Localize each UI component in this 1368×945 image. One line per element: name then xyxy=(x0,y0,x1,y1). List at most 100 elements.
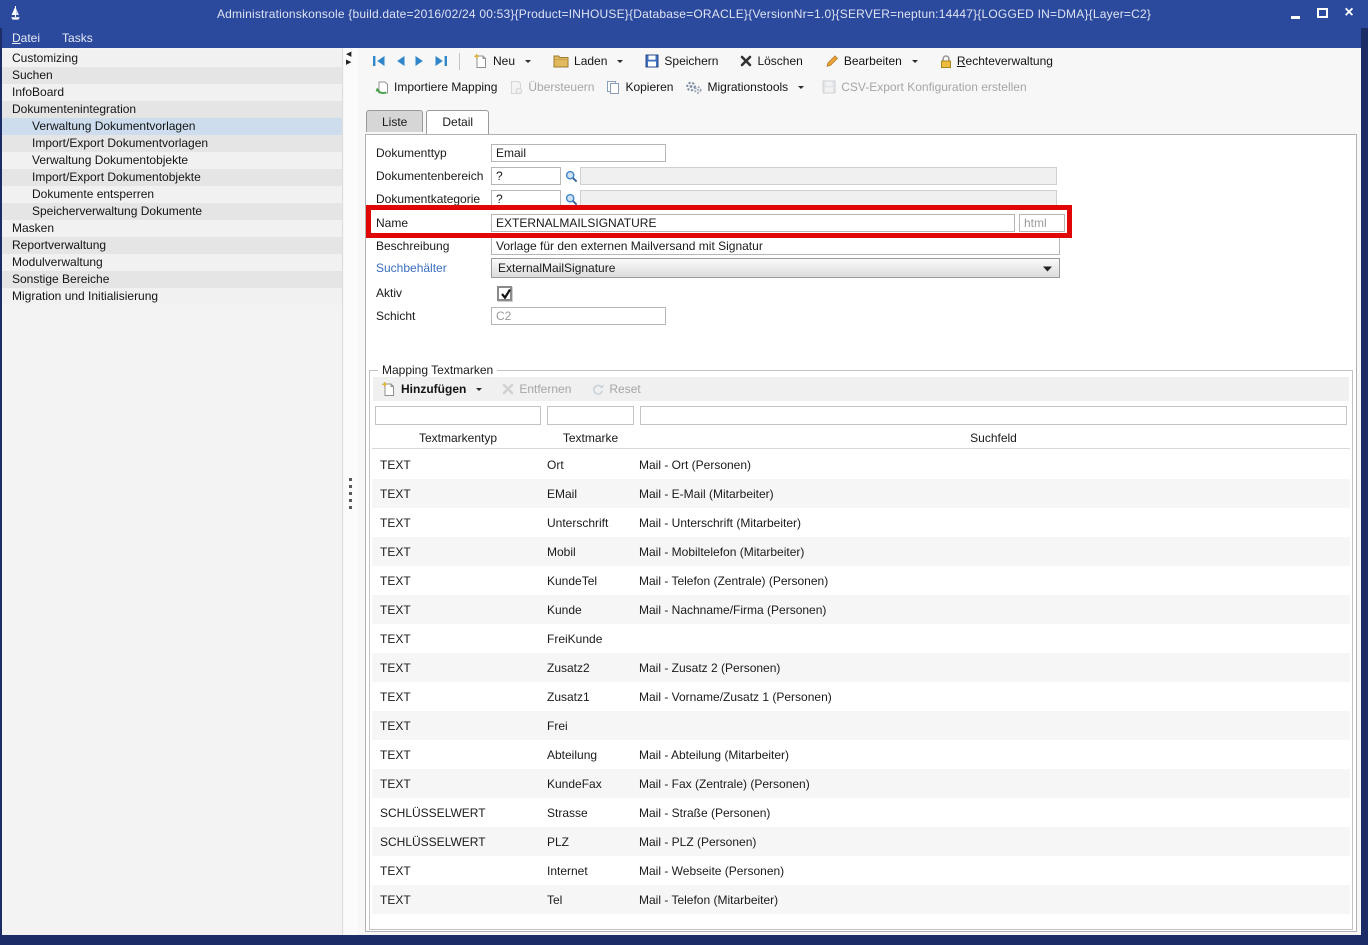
sidebar-item[interactable]: Customizing xyxy=(2,50,342,67)
dokumentenbereich-label: Dokumentenbereich xyxy=(376,169,491,183)
column-header-textmarke[interactable]: Textmarke xyxy=(544,428,637,448)
table-row[interactable]: TEXTKundeFaxMail - Fax (Zentrale) (Perso… xyxy=(372,769,1350,798)
suchfeld-cell: Mail - Telefon (Zentrale) (Personen) xyxy=(637,574,1350,588)
window-title: Administrationskonsole {build.date=2016/… xyxy=(0,7,1368,21)
sidebar-item[interactable]: Verwaltung Dokumentvorlagen xyxy=(2,118,342,135)
tab-liste[interactable]: Liste xyxy=(366,110,423,132)
table-row[interactable]: TEXTKundeTelMail - Telefon (Zentrale) (P… xyxy=(372,566,1350,595)
suchbehaelter-label[interactable]: Suchbehälter xyxy=(376,261,491,275)
main-toolbar: Neu Laden Speichern Löschen xyxy=(358,48,1361,74)
table-row[interactable]: TEXTInternetMail - Webseite (Personen) xyxy=(372,856,1350,885)
sidebar-item[interactable]: Verwaltung Dokumentobjekte xyxy=(2,152,342,169)
table-row[interactable]: TEXTFrei xyxy=(372,711,1350,740)
sidebar-item[interactable]: Migration und Initialisierung xyxy=(2,288,342,305)
beschreibung-field[interactable] xyxy=(491,237,1060,255)
table-row[interactable]: TEXTUnterschriftMail - Unterschrift (Mit… xyxy=(372,508,1350,537)
table-row[interactable]: TEXTKundeMail - Nachname/Firma (Personen… xyxy=(372,595,1350,624)
laden-dropdown-icon[interactable] xyxy=(617,60,623,66)
sidebar-item[interactable]: Masken xyxy=(2,220,342,237)
migrationstools-dropdown-icon[interactable] xyxy=(798,86,804,92)
beschreibung-label: Beschreibung xyxy=(376,239,491,253)
dokumenttyp-label: Dokumenttyp xyxy=(376,146,491,160)
table-row[interactable]: TEXTAbteilungMail - Abteilung (Mitarbeit… xyxy=(372,740,1350,769)
splitter-handle[interactable] xyxy=(349,478,352,513)
suchfeld-filter-input[interactable] xyxy=(640,406,1347,425)
aktiv-checkbox[interactable] xyxy=(497,286,512,301)
table-row[interactable]: SCHLÜSSELWERTStrasseMail - Straße (Perso… xyxy=(372,798,1350,827)
csv-export-button[interactable]: CSV-Export Konfiguration erstellen xyxy=(816,77,1032,97)
laden-button[interactable]: Laden xyxy=(547,51,629,71)
minimize-icon[interactable] xyxy=(1288,6,1302,20)
migrationstools-button[interactable]: Migrationstools xyxy=(679,77,810,98)
dokumentenbereich-field[interactable] xyxy=(491,167,561,185)
dokumentkategorie-field[interactable] xyxy=(491,190,561,208)
uebersteuern-button[interactable]: Übersteuern xyxy=(503,77,600,98)
textmarke-cell: Zusatz2 xyxy=(544,661,637,675)
next-record-button[interactable] xyxy=(410,52,430,70)
hinzufuegen-button[interactable]: Hinzufügen xyxy=(379,380,484,398)
search-lookup-icon[interactable] xyxy=(565,193,578,206)
suchbehaelter-dropdown[interactable]: ExternalMailSignature xyxy=(491,258,1060,278)
sidebar-item[interactable]: Reportverwaltung xyxy=(2,237,342,254)
menubar: Datei Tasks xyxy=(2,28,1361,48)
table-row[interactable]: TEXTZusatz1Mail - Vorname/Zusatz 1 (Pers… xyxy=(372,682,1350,711)
maximize-icon[interactable] xyxy=(1315,6,1329,20)
last-record-button[interactable] xyxy=(430,52,452,70)
entfernen-button[interactable]: Entfernen xyxy=(500,381,573,397)
search-lookup-icon[interactable] xyxy=(565,170,578,183)
sidebar-item[interactable]: Dokumente entsperren xyxy=(2,186,342,203)
textmarke-cell: Frei xyxy=(544,719,637,733)
sidebar: CustomizingSuchenInfoBoardDokumenteninte… xyxy=(2,48,343,935)
hinzufuegen-dropdown-icon[interactable] xyxy=(476,388,482,394)
dokumentenbereich-display-field xyxy=(580,167,1057,185)
sidebar-item[interactable]: Modulverwaltung xyxy=(2,254,342,271)
table-row[interactable]: TEXTEMailMail - E-Mail (Mitarbeiter) xyxy=(372,479,1350,508)
speichern-button[interactable]: Speichern xyxy=(639,51,724,71)
expand-right-icon[interactable]: ▶ xyxy=(346,59,351,66)
sidebar-item[interactable]: Import/Export Dokumentobjekte xyxy=(2,169,342,186)
importiere-mapping-button[interactable]: Importiere Mapping xyxy=(368,77,503,98)
loeschen-button[interactable]: Löschen xyxy=(734,51,808,71)
aktiv-label: Aktiv xyxy=(376,286,491,300)
sidebar-item[interactable]: Speicherverwaltung Dokumente xyxy=(2,203,342,220)
bearbeiten-dropdown-icon[interactable] xyxy=(912,60,918,66)
column-header-textmarkentyp[interactable]: Textmarkentyp xyxy=(372,428,544,448)
sidebar-item[interactable]: Import/Export Dokumentvorlagen xyxy=(2,135,342,152)
collapse-left-icon[interactable]: ◀ xyxy=(346,51,351,58)
neu-button[interactable]: Neu xyxy=(467,50,537,72)
textmarkentyp-cell: TEXT xyxy=(372,458,544,472)
lock-icon xyxy=(940,54,952,69)
table-row[interactable]: TEXTMobilMail - Mobiltelefon (Mitarbeite… xyxy=(372,537,1350,566)
rechteverwaltung-button[interactable]: Rechteverwaltung xyxy=(934,51,1059,72)
table-row[interactable]: TEXTTelMail - Telefon (Mitarbeiter) xyxy=(372,885,1350,914)
menu-item-datei[interactable]: Datei xyxy=(12,31,40,45)
textmarkentyp-cell: TEXT xyxy=(372,777,544,791)
textmarke-cell: Internet xyxy=(544,864,637,878)
table-row[interactable]: SCHLÜSSELWERTPLZMail - PLZ (Personen) xyxy=(372,827,1350,856)
column-header-suchfeld[interactable]: Suchfeld xyxy=(637,428,1350,448)
sidebar-item[interactable]: InfoBoard xyxy=(2,84,342,101)
table-row[interactable]: TEXTFreiKunde xyxy=(372,624,1350,653)
mapping-toolbar: Hinzufügen Entfernen Reset xyxy=(373,377,1349,401)
neu-dropdown-icon[interactable] xyxy=(525,60,531,66)
sidebar-item[interactable]: Sonstige Bereiche xyxy=(2,271,342,288)
reset-button[interactable]: Reset xyxy=(589,381,642,397)
sidebar-item[interactable]: Dokumentenintegration xyxy=(2,101,342,118)
dokumenttyp-field[interactable] xyxy=(491,144,666,162)
table-row[interactable]: TEXTZusatz2Mail - Zusatz 2 (Personen) xyxy=(372,653,1350,682)
previous-record-button[interactable] xyxy=(390,52,410,70)
menu-item-tasks[interactable]: Tasks xyxy=(62,31,93,45)
sidebar-item[interactable]: Suchen xyxy=(2,67,342,84)
folder-icon xyxy=(553,54,569,68)
kopieren-button[interactable]: Kopieren xyxy=(600,77,679,98)
name-field[interactable] xyxy=(491,214,1015,232)
textmarke-filter-input[interactable] xyxy=(547,406,634,425)
first-record-button[interactable] xyxy=(368,52,390,70)
textmarke-cell: EMail xyxy=(544,487,637,501)
textmarkentyp-cell: SCHLÜSSELWERT xyxy=(372,806,544,820)
textmarkentyp-filter-input[interactable] xyxy=(375,406,541,425)
bearbeiten-button[interactable]: Bearbeiten xyxy=(819,51,924,71)
table-row[interactable]: TEXTOrtMail - Ort (Personen) xyxy=(372,450,1350,479)
tab-detail[interactable]: Detail xyxy=(426,110,489,134)
close-icon[interactable]: × xyxy=(1342,6,1356,20)
